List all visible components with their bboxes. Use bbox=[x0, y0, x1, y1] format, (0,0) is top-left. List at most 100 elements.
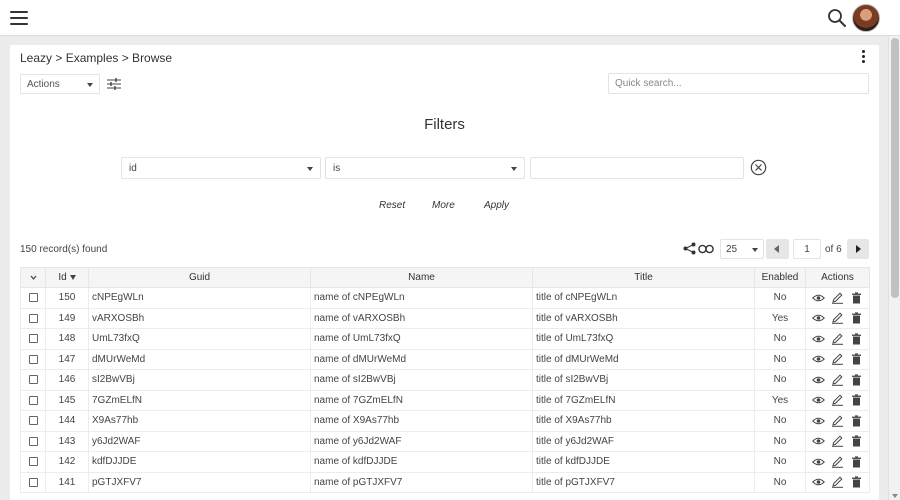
sliders-icon[interactable] bbox=[107, 77, 121, 91]
row-select-cell bbox=[20, 328, 46, 350]
page-size-select[interactable]: 25 bbox=[720, 239, 764, 259]
enabled-column-header[interactable]: Enabled bbox=[754, 267, 806, 288]
row-checkbox[interactable] bbox=[28, 375, 38, 385]
table-row[interactable]: 141 pGTJXFV7 name of pGTJXFV7 title of pGTJ… bbox=[20, 471, 870, 493]
filter-operator-select[interactable]: is bbox=[325, 157, 525, 179]
row-checkbox[interactable] bbox=[28, 354, 38, 364]
row-checkbox[interactable] bbox=[28, 416, 38, 426]
row-title: title of 7GZmELfN bbox=[532, 389, 755, 411]
view-icon[interactable] bbox=[812, 333, 825, 345]
previous-page-button[interactable] bbox=[766, 239, 789, 259]
records-count: 150 record(s) found bbox=[20, 244, 108, 255]
actions-column-header: Actions bbox=[805, 267, 870, 288]
table-row[interactable]: 150 cNPEgWLn name of cNPEgWLn title of cNPE… bbox=[20, 287, 870, 309]
id-column-header[interactable]: Id bbox=[45, 267, 89, 288]
view-icon[interactable] bbox=[812, 415, 825, 427]
row-select-cell bbox=[20, 389, 46, 411]
edit-icon[interactable] bbox=[831, 435, 844, 448]
scrollbar-thumb[interactable] bbox=[891, 38, 899, 298]
quick-search-input[interactable] bbox=[608, 73, 869, 94]
view-icon[interactable] bbox=[812, 456, 825, 468]
row-guid: y6Jd2WAF bbox=[88, 430, 311, 452]
row-guid: cNPEgWLn bbox=[88, 287, 311, 309]
table-row[interactable]: 147 dMUrWeMd name of dMUrWeMd title of dMUr… bbox=[20, 348, 870, 370]
edit-icon[interactable] bbox=[831, 292, 844, 304]
view-icon[interactable] bbox=[812, 374, 825, 386]
edit-icon[interactable] bbox=[831, 415, 844, 427]
table-row[interactable]: 144 X9As77hb name of X9As77hb title of X9As… bbox=[20, 410, 870, 432]
filter-field-select[interactable]: id bbox=[121, 157, 321, 179]
delete-icon[interactable] bbox=[850, 353, 863, 365]
edit-icon[interactable] bbox=[831, 333, 844, 345]
row-checkbox[interactable] bbox=[28, 334, 38, 344]
view-icon[interactable] bbox=[812, 435, 825, 447]
page-scrollbar[interactable] bbox=[888, 36, 900, 500]
clear-filter-icon[interactable] bbox=[750, 159, 767, 176]
edit-icon[interactable] bbox=[831, 353, 844, 366]
row-id: 146 bbox=[45, 369, 89, 391]
row-checkbox[interactable] bbox=[28, 457, 38, 467]
edit-icon[interactable] bbox=[831, 476, 844, 489]
sort-descending-icon[interactable] bbox=[69, 274, 76, 280]
delete-icon[interactable] bbox=[850, 394, 863, 406]
row-action-group bbox=[809, 456, 866, 468]
guid-column-header[interactable]: Guid bbox=[88, 267, 311, 288]
user-avatar[interactable] bbox=[852, 4, 880, 32]
edit-icon[interactable] bbox=[831, 456, 844, 468]
page-number-input[interactable] bbox=[793, 239, 821, 259]
title-column-header[interactable]: Title bbox=[532, 267, 755, 288]
row-action-group bbox=[809, 312, 866, 325]
more-button[interactable]: More bbox=[432, 200, 455, 211]
delete-icon[interactable] bbox=[850, 374, 863, 386]
view-icon[interactable] bbox=[812, 353, 825, 365]
edit-icon[interactable] bbox=[831, 394, 844, 407]
row-actions bbox=[805, 328, 870, 350]
table-row[interactable]: 148 UmL73fxQ name of UmL73fxQ title of UmL7… bbox=[20, 328, 870, 350]
more-options-icon[interactable] bbox=[860, 50, 866, 66]
next-page-button[interactable] bbox=[847, 239, 869, 259]
table-row[interactable]: 145 7GZmELfN name of 7GZmELfN title of 7GZm… bbox=[20, 389, 870, 411]
apply-button[interactable]: Apply bbox=[484, 200, 509, 211]
table-row[interactable]: 146 sI2BwVBj name of sI2BwVBj title of sI2B… bbox=[20, 369, 870, 391]
row-name: name of UmL73fxQ bbox=[310, 328, 533, 350]
row-checkbox[interactable] bbox=[28, 436, 38, 446]
row-id: 144 bbox=[45, 410, 89, 432]
delete-icon[interactable] bbox=[850, 435, 863, 447]
row-title: title of X9As77hb bbox=[532, 410, 755, 432]
table-row[interactable]: 149 vARXOSBh name of vARXOSBh title of vARX… bbox=[20, 307, 870, 329]
row-name: name of kdfDJJDE bbox=[310, 451, 533, 473]
delete-icon[interactable] bbox=[850, 333, 863, 345]
view-icon[interactable] bbox=[812, 292, 825, 304]
row-checkbox[interactable] bbox=[28, 477, 38, 487]
view-icon[interactable] bbox=[812, 394, 825, 406]
chevron-down-icon[interactable] bbox=[30, 274, 37, 281]
row-select-cell bbox=[20, 287, 46, 309]
edit-icon[interactable] bbox=[831, 312, 844, 325]
table-row[interactable]: 143 y6Jd2WAF name of y6Jd2WAF title of y6Jd… bbox=[20, 430, 870, 452]
row-checkbox[interactable] bbox=[28, 293, 38, 303]
share-icon[interactable] bbox=[683, 242, 696, 255]
filter-value-input[interactable] bbox=[530, 157, 744, 179]
view-icon[interactable] bbox=[812, 476, 825, 488]
reset-button[interactable]: Reset bbox=[379, 200, 405, 211]
delete-icon[interactable] bbox=[850, 476, 863, 488]
scroll-down-arrow-icon[interactable] bbox=[892, 494, 898, 498]
row-checkbox[interactable] bbox=[28, 395, 38, 405]
search-icon[interactable] bbox=[827, 8, 847, 28]
row-name: name of cNPEgWLn bbox=[310, 287, 533, 309]
hamburger-menu-icon[interactable] bbox=[10, 11, 28, 25]
delete-icon[interactable] bbox=[850, 312, 863, 324]
name-column-header[interactable]: Name bbox=[310, 267, 533, 288]
row-checkbox[interactable] bbox=[28, 313, 38, 323]
delete-icon[interactable] bbox=[850, 415, 863, 427]
select-column-header[interactable] bbox=[20, 267, 46, 288]
actions-dropdown[interactable]: Actions bbox=[20, 74, 100, 94]
link-icon[interactable] bbox=[698, 244, 714, 254]
delete-icon[interactable] bbox=[850, 292, 863, 304]
view-icon[interactable] bbox=[812, 312, 825, 324]
edit-icon[interactable] bbox=[831, 374, 844, 386]
row-guid: UmL73fxQ bbox=[88, 328, 311, 350]
table-row[interactable]: 142 kdfDJJDE name of kdfDJJDE title of kdfD… bbox=[20, 451, 870, 473]
row-id: 145 bbox=[45, 389, 89, 411]
delete-icon[interactable] bbox=[850, 456, 863, 468]
